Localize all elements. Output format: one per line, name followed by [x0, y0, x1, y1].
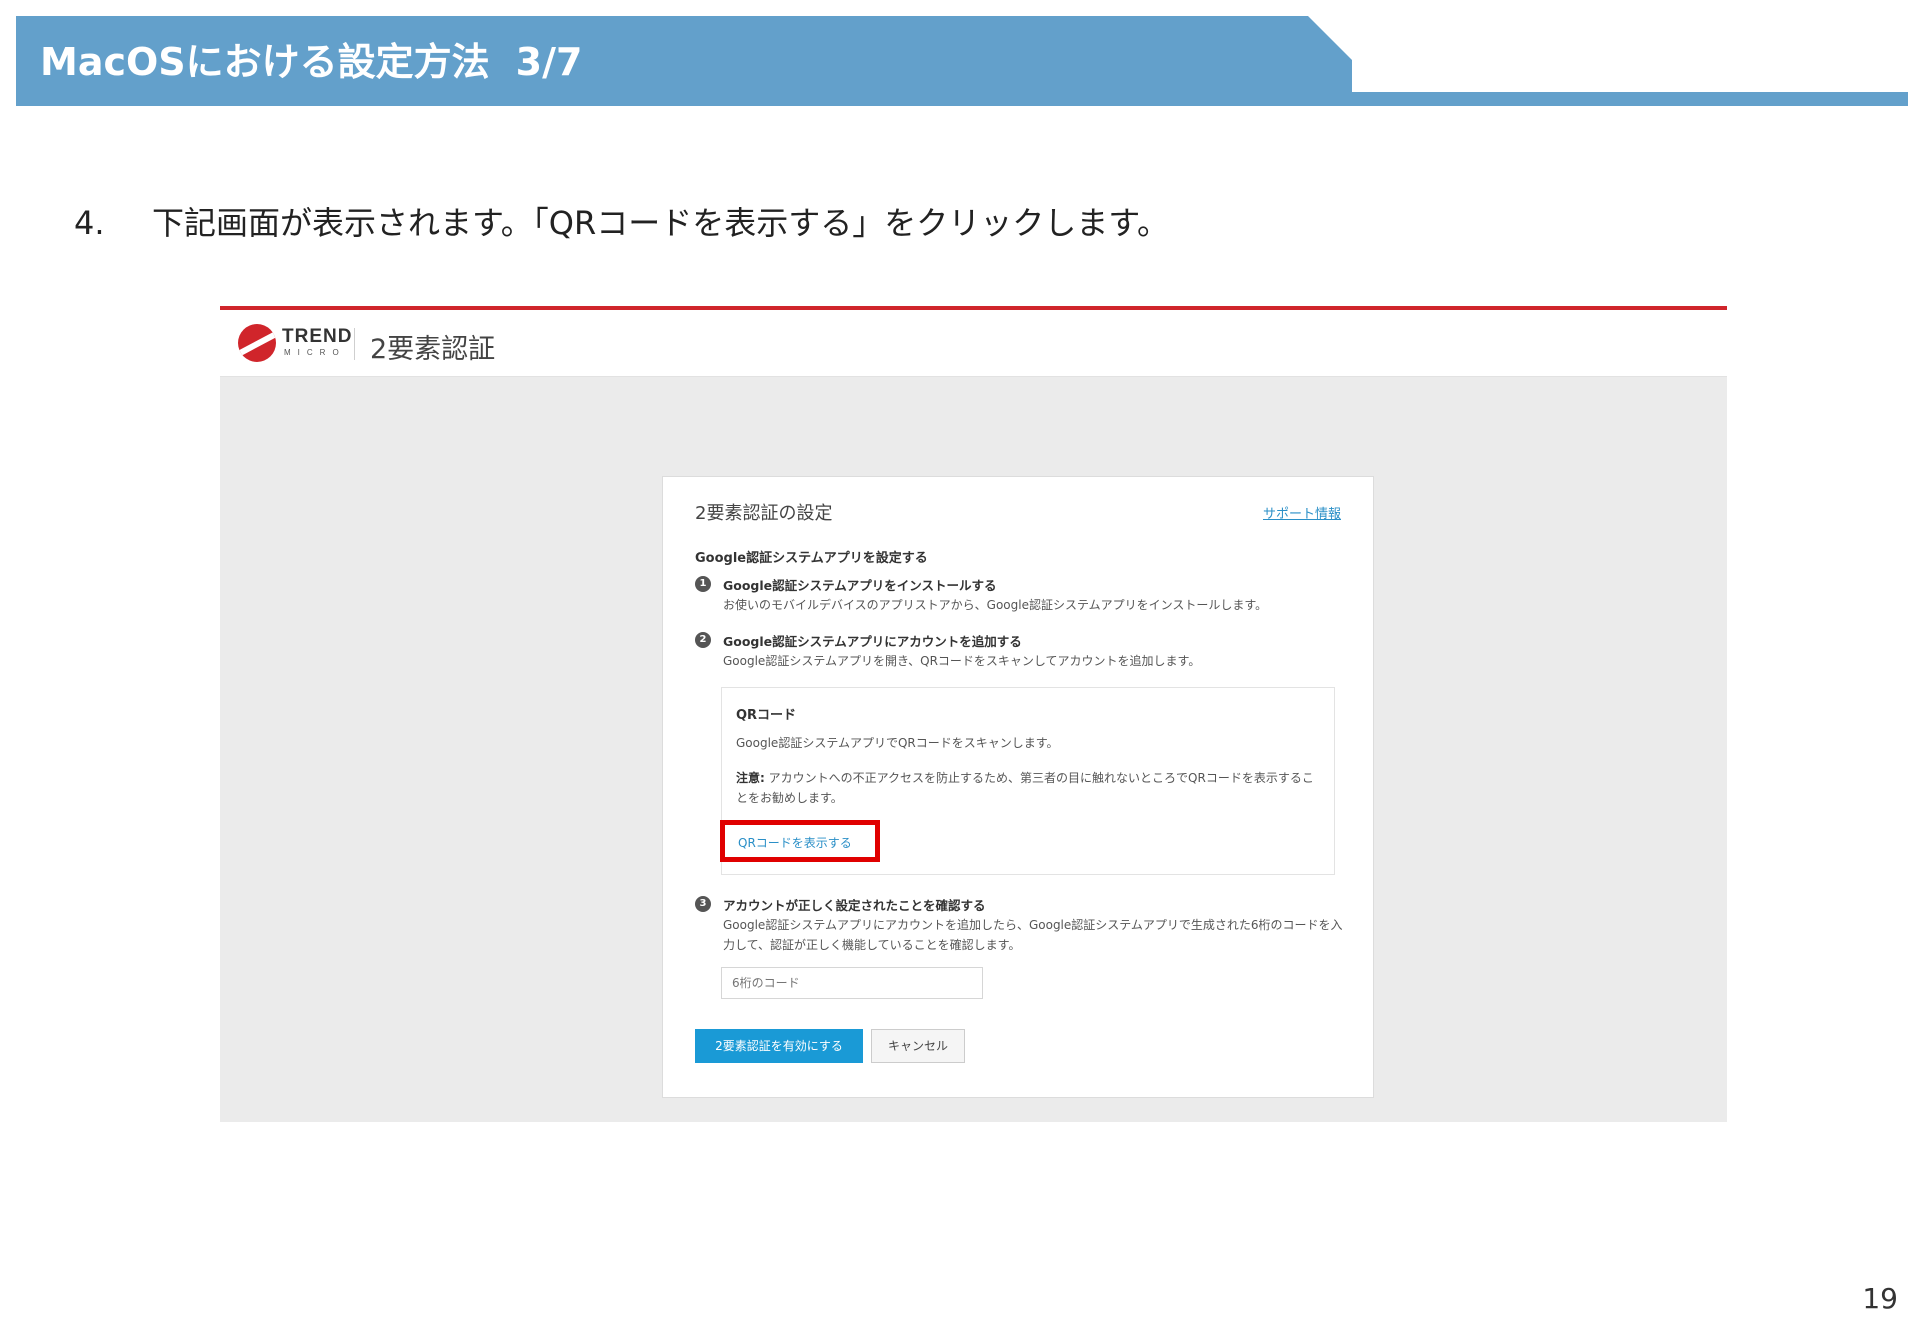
logo-subtext: MICRO [284, 348, 346, 357]
step-badge-1-icon: 1 [695, 576, 711, 592]
trend-micro-logo-icon [238, 324, 276, 362]
step-heading: Google認証システムアプリをインストールする [723, 578, 997, 593]
qr-note-label: 注意: [736, 771, 765, 785]
step-description: Google認証システムアプリにアカウントを追加したら、Google認証システム… [723, 918, 1343, 952]
cancel-button[interactable]: キャンセル [871, 1029, 965, 1063]
support-link[interactable]: サポート情報 [1263, 503, 1341, 522]
step-heading: Google認証システムアプリにアカウントを追加する [723, 634, 1022, 649]
step-heading: アカウントが正しく設定されたことを確認する [723, 898, 986, 913]
qr-note-text: アカウントへの不正アクセスを防止するため、第三者の目に触れないところでQRコード… [736, 771, 1314, 805]
step-badge-2-icon: 2 [695, 632, 711, 648]
enable-2fa-button[interactable]: 2要素認証を有効にする [695, 1029, 863, 1063]
section-title: Google認証システムアプリを設定する [695, 551, 928, 566]
header-divider [354, 328, 355, 360]
qr-note: 注意: アカウントへの不正アクセスを防止するため、第三者の目に触れないところでQ… [736, 768, 1316, 808]
slide-title-page: 3/7 [515, 40, 583, 84]
slide-title-underline [16, 92, 1908, 106]
step-instruction-text: 下記画面が表示されます。「QRコードを表示する」をクリックします。 [152, 204, 1170, 242]
step-number: 4. [74, 204, 105, 242]
embedded-screenshot: TREND MICRO 2要素認証 2要素認証の設定 サポート情報 Google… [220, 306, 1727, 1122]
two-factor-setup-card: 2要素認証の設定 サポート情報 Google認証システムアプリを設定する 1 G… [662, 476, 1374, 1098]
app-title: 2要素認証 [370, 334, 496, 365]
step-description: お使いのモバイルデバイスのアプリストアから、Google認証システムアプリをイン… [723, 598, 1268, 612]
step-badge-3-icon: 3 [695, 896, 711, 912]
app-header: TREND MICRO 2要素認証 [220, 310, 1727, 377]
qr-code-panel: QRコード Google認証システムアプリでQRコードをスキャンします。 注意:… [720, 687, 1335, 875]
card-title: 2要素認証の設定 [695, 503, 833, 524]
step-description: Google認証システムアプリを開き、QRコードをスキャンしてアカウントを追加し… [723, 654, 1201, 668]
page-number: 19 [1862, 1282, 1898, 1315]
six-digit-code-input[interactable] [721, 967, 983, 999]
qr-description: Google認証システムアプリでQRコードをスキャンします。 [736, 736, 1059, 750]
logo-text: TREND [282, 326, 353, 347]
qr-title: QRコード [736, 708, 797, 723]
slide-title: MacOSにおける設定方法 3/7 [40, 34, 582, 90]
slide-title-label: MacOSにおける設定方法 [40, 40, 490, 84]
show-qr-code-link[interactable]: QRコードを表示する [738, 834, 852, 851]
step-instruction: 4. 下記画面が表示されます。「QRコードを表示する」をクリックします。 [74, 198, 1169, 244]
